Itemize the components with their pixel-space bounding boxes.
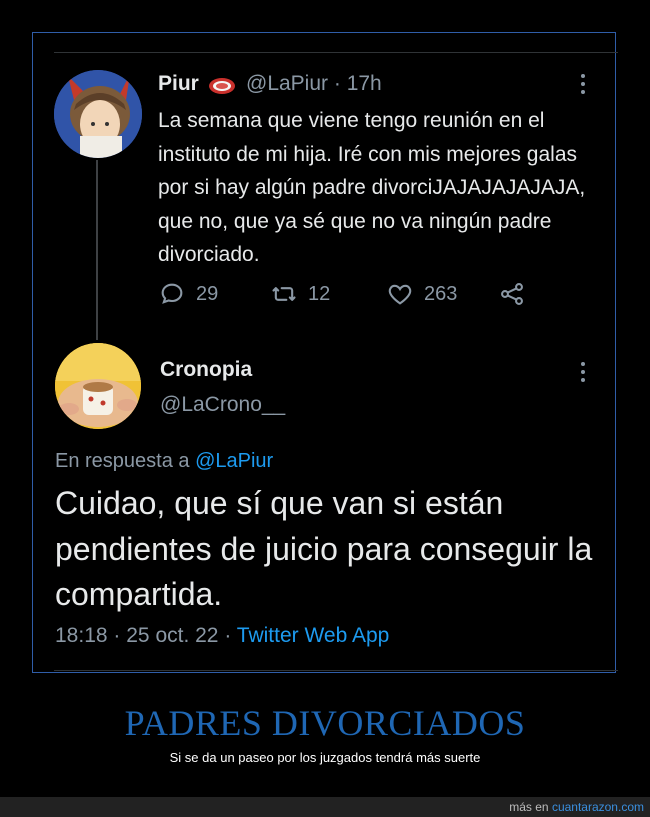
reply-button[interactable]: 29: [158, 280, 218, 308]
like-button[interactable]: 263: [386, 280, 457, 308]
in-reply-prefix: En respuesta a: [55, 450, 190, 472]
avatar-image: [54, 70, 142, 158]
tweet-time[interactable]: 18:18: [55, 624, 108, 647]
footer-credit: más en cuantarazon.com: [509, 800, 644, 814]
like-count: 263: [424, 282, 458, 305]
author-name[interactable]: Piur: [158, 72, 199, 96]
tweet-text: La semana que viene tengo reunión en el …: [158, 109, 586, 266]
author-handle[interactable]: @LaPiur: [246, 72, 328, 95]
retweet-count: 12: [308, 282, 331, 305]
separator: ·: [224, 624, 232, 647]
share-button[interactable]: [498, 280, 526, 308]
avatar[interactable]: [54, 70, 142, 158]
divider: [54, 670, 618, 671]
avatar[interactable]: [55, 343, 141, 429]
reply-icon: [161, 283, 183, 304]
more-options-icon[interactable]: [580, 360, 586, 386]
retweet-button[interactable]: 12: [270, 280, 330, 308]
reply-count: 29: [196, 282, 219, 305]
thread-connector: [96, 160, 98, 340]
site-link[interactable]: cuantarazon.com: [552, 800, 644, 814]
tweet-actions: 29 12 263: [158, 280, 538, 308]
time-ago: · 17h: [333, 72, 382, 95]
heart-icon: [388, 284, 412, 305]
separator: ·: [113, 624, 121, 647]
divider: [54, 52, 618, 53]
footer-prefix: más en: [509, 800, 549, 814]
retweet-icon: [272, 287, 296, 301]
author-handle-time: @LaPiur · 17h: [246, 72, 382, 96]
mention-link[interactable]: @LaPiur: [195, 450, 273, 472]
more-options-icon[interactable]: [580, 72, 586, 98]
tweet-metadata: 18:18 · 25 oct. 22 · Twitter Web App: [55, 624, 389, 648]
in-reply-to: En respuesta a @LaPiur: [55, 450, 273, 473]
reply-author-handle[interactable]: @LaCrono__: [160, 393, 285, 417]
source-app-link[interactable]: Twitter Web App: [237, 624, 390, 647]
reply-author-name[interactable]: Cronopia: [160, 358, 252, 382]
tweet-date[interactable]: 25 oct. 22: [126, 624, 218, 647]
share-icon: [501, 283, 523, 305]
reply-text: Cuidao, que sí que van si están pendient…: [55, 485, 593, 612]
steak-icon: [209, 78, 235, 94]
avatar-image: [55, 343, 141, 429]
footer-bar: más en cuantarazon.com: [0, 797, 650, 817]
post-subtitle: Si se da un paseo por los juzgados tendr…: [169, 750, 481, 765]
post-title: PADRES DIVORCIADOS: [124, 703, 526, 743]
